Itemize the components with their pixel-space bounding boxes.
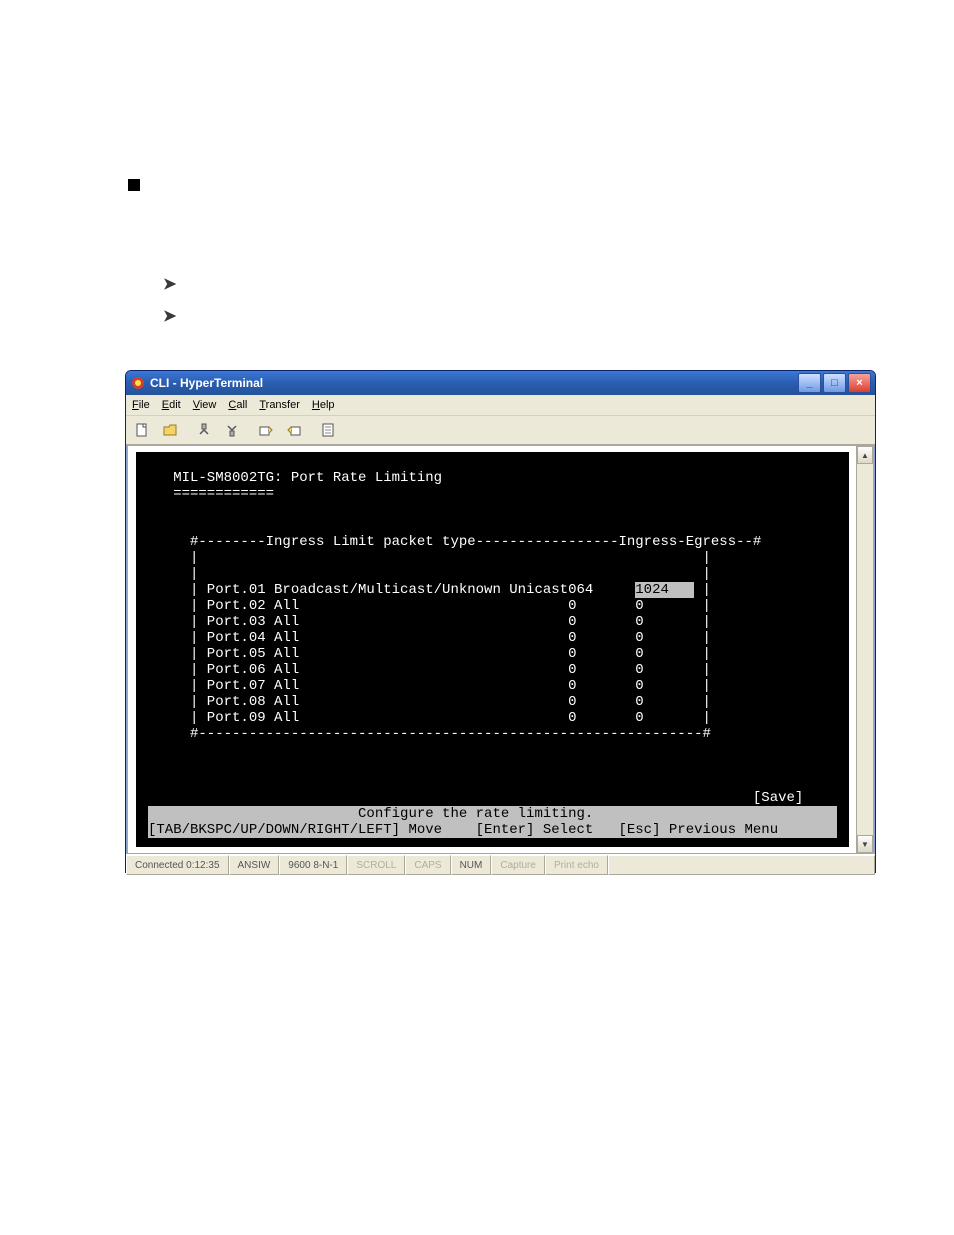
- scroll-up-icon[interactable]: ▲: [857, 446, 873, 464]
- close-button[interactable]: ×: [848, 373, 871, 393]
- terminal-viewport: MIL-SM8002TG: Port Rate Limiting =======…: [127, 445, 874, 854]
- properties-icon[interactable]: [316, 418, 340, 442]
- open-icon[interactable]: [158, 418, 182, 442]
- scrollbar[interactable]: ▲ ▼: [856, 446, 873, 853]
- menu-view[interactable]: View: [193, 399, 217, 411]
- status-caps: CAPS: [405, 855, 450, 875]
- arrow-bullet-icon: ➤: [163, 274, 176, 294]
- hyperterminal-window: CLI - HyperTerminal _ □ × File Edit View…: [125, 370, 876, 873]
- minimize-button[interactable]: _: [798, 373, 821, 393]
- receive-icon[interactable]: [282, 418, 306, 442]
- status-num: NUM: [451, 855, 492, 875]
- status-echo: Print echo: [545, 855, 608, 875]
- scroll-down-icon[interactable]: ▼: [857, 835, 873, 853]
- square-bullet-icon: [128, 179, 140, 191]
- app-icon: [130, 375, 146, 391]
- connect-icon[interactable]: [192, 418, 216, 442]
- status-scroll: SCROLL: [347, 855, 405, 875]
- menu-file[interactable]: File: [132, 399, 150, 411]
- status-capture: Capture: [491, 855, 545, 875]
- new-icon[interactable]: [130, 418, 154, 442]
- menubar: File Edit View Call Transfer Help: [126, 395, 875, 416]
- arrow-bullet-icon: ➤: [163, 306, 176, 326]
- status-emulation: ANSIW: [229, 855, 280, 875]
- titlebar[interactable]: CLI - HyperTerminal _ □ ×: [126, 371, 875, 395]
- status-params: 9600 8-N-1: [279, 855, 347, 875]
- menu-call[interactable]: Call: [228, 399, 247, 411]
- window-title: CLI - HyperTerminal: [150, 376, 798, 390]
- statusbar: Connected 0:12:35 ANSIW 9600 8-N-1 SCROL…: [126, 854, 875, 875]
- terminal[interactable]: MIL-SM8002TG: Port Rate Limiting =======…: [136, 452, 849, 847]
- menu-edit[interactable]: Edit: [162, 399, 181, 411]
- disconnect-icon[interactable]: [220, 418, 244, 442]
- maximize-button[interactable]: □: [823, 373, 846, 393]
- toolbar: [126, 416, 875, 445]
- send-icon[interactable]: [254, 418, 278, 442]
- menu-transfer[interactable]: Transfer: [259, 399, 300, 411]
- menu-help[interactable]: Help: [312, 399, 335, 411]
- status-connected: Connected 0:12:35: [126, 855, 229, 875]
